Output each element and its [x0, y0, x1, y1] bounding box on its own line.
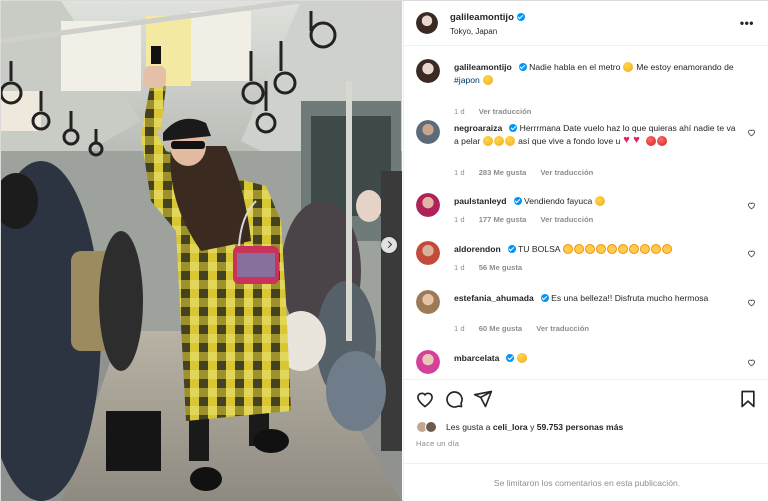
verified-badge-icon [506, 354, 515, 362]
likes-count[interactable]: 59.753 personas más [537, 422, 623, 432]
comment-text: paulstanleyd Vendiendo fayuca [454, 195, 742, 208]
sun-emoji-icon [639, 244, 650, 254]
comment-likes-count[interactable]: 56 Me gusta [479, 263, 522, 272]
next-photo-button[interactable] [381, 237, 397, 253]
post-time: Hace un día [416, 439, 460, 448]
author-avatar[interactable] [416, 12, 438, 34]
sun-emoji-icon [595, 244, 606, 254]
translate-link[interactable]: Ver traducción [541, 168, 594, 177]
comment-text: aldorendon TU BOLSA [454, 243, 742, 256]
comment-avatar[interactable] [416, 241, 440, 265]
red-heart-emoji-icon [633, 134, 642, 147]
hashtag-link[interactable]: #japon [454, 75, 480, 85]
comment-avatar[interactable] [416, 120, 440, 144]
heart-eyes-emoji-icon [517, 353, 528, 363]
post-action-bar [404, 379, 768, 419]
laughing-emoji-icon [483, 136, 494, 146]
caption-text: galileamontijo Nadie habla en el metro M… [454, 62, 734, 85]
verified-badge-icon [509, 124, 518, 132]
comment-avatar[interactable] [416, 350, 440, 374]
comments-limited-notice: Se limitaron los comentarios en esta pub… [404, 463, 768, 501]
comment-likes-count[interactable]: 177 Me gusta [479, 215, 527, 224]
comment-like-heart-icon[interactable] [747, 358, 756, 367]
comment-username[interactable]: estefania_ahumada [454, 293, 534, 303]
devil-emoji-icon [656, 136, 667, 146]
subway-photo-illustration [1, 1, 402, 501]
red-heart-emoji-icon [623, 134, 632, 147]
comment-text: negroaraiza Herrrmana Date vuelo haz lo … [454, 122, 742, 148]
verified-badge-icon [518, 63, 527, 71]
verified-badge-icon [507, 245, 516, 253]
laughing-emoji-icon [494, 136, 505, 146]
comment-like-heart-icon[interactable] [747, 128, 756, 137]
likes-summary: Les gusta a celi_lora y 59.753 personas … [416, 421, 756, 435]
comments-list[interactable]: galileamontijo Nadie habla en el metro M… [404, 47, 768, 377]
sun-emoji-icon [650, 244, 661, 254]
bookmark-icon[interactable] [738, 389, 758, 409]
liker-avatars [416, 421, 442, 434]
heart-icon[interactable] [415, 389, 435, 409]
caption-username[interactable]: galileamontijo [454, 62, 512, 72]
heart-eyes-emoji-icon [482, 75, 493, 85]
sun-emoji-icon [617, 244, 628, 254]
post-dialog: galileamontijo Tokyo, Japan ••• galileam… [0, 0, 768, 501]
liker-username[interactable]: celi_lora [493, 422, 528, 432]
author-username[interactable]: galileamontijo [450, 12, 514, 23]
comment-icon[interactable] [444, 389, 464, 409]
caption-avatar[interactable] [416, 59, 440, 83]
comment-likes-count[interactable]: 283 Me gusta [479, 168, 527, 177]
comment-meta: 1 d 283 Me gusta Ver traducción [454, 168, 594, 177]
comment-avatar[interactable] [416, 193, 440, 217]
verified-badge-icon [516, 13, 525, 21]
comment-text: mbarcelata [454, 352, 742, 365]
more-horizontal-icon[interactable]: ••• [740, 16, 754, 30]
comment-avatar[interactable] [416, 290, 440, 314]
verified-badge-icon [513, 197, 522, 205]
sun-emoji-icon [606, 244, 617, 254]
sunglasses-emoji-icon [623, 62, 634, 72]
post-sidebar: galileamontijo Tokyo, Japan ••• galileam… [403, 1, 768, 501]
comment-likes-count[interactable]: 60 Me gusta [479, 324, 522, 333]
comment-username[interactable]: mbarcelata [454, 353, 499, 363]
send-icon[interactable] [473, 389, 493, 409]
sun-emoji-icon [584, 244, 595, 254]
comment-like-heart-icon[interactable] [747, 298, 756, 307]
author-username-row: galileamontijo [450, 12, 525, 23]
comment-meta: 1 d 56 Me gusta [454, 263, 523, 272]
comment-username[interactable]: negroaraiza [454, 123, 502, 133]
post-location[interactable]: Tokyo, Japan [450, 27, 497, 36]
laughing-emoji-icon [505, 136, 516, 146]
liker-avatar [425, 421, 437, 433]
comment-meta: 1 d 177 Me gusta Ver traducción [454, 215, 594, 224]
comment-like-heart-icon[interactable] [747, 201, 756, 210]
post-photo[interactable] [1, 1, 402, 501]
translate-link[interactable]: Ver traducción [536, 324, 589, 333]
post-header: galileamontijo Tokyo, Japan ••• [404, 1, 768, 46]
translate-link[interactable]: Ver traducción [541, 215, 594, 224]
sun-emoji-icon [562, 244, 573, 254]
translate-link[interactable]: Ver traducción [479, 107, 532, 116]
sun-emoji-icon [628, 244, 639, 254]
sun-emoji-icon [573, 244, 584, 254]
comment-username[interactable]: paulstanleyd [454, 196, 507, 206]
sun-emoji-icon [661, 244, 672, 254]
devil-emoji-icon [645, 136, 656, 146]
comment-text: estefania_ahumada Es una belleza!! Disfr… [454, 293, 709, 303]
waving-hand-emoji-icon [595, 196, 606, 206]
likes-text: Les gusta a celi_lora y 59.753 personas … [446, 422, 624, 432]
comment-like-heart-icon[interactable] [747, 249, 756, 258]
caption-meta: 1 d Ver traducción [454, 107, 532, 116]
comment-username[interactable]: aldorendon [454, 244, 501, 254]
comment-meta: 1 d 60 Me gusta Ver traducción [454, 324, 590, 333]
verified-badge-icon [540, 294, 549, 302]
